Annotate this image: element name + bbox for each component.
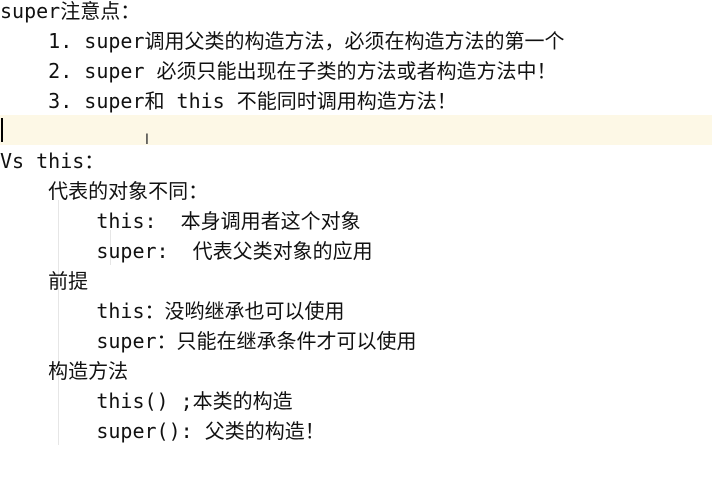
- editor-line-2: 1. super调用父类的构造方法，必须在构造方法的第一个: [0, 29, 565, 53]
- editor-line-12: super：只能在继承条件才可以使用: [0, 329, 417, 353]
- editor-line-6: Vs this：: [0, 149, 105, 173]
- editor-line-7: 代表的对象不同：: [0, 179, 209, 203]
- text-caret: [1, 118, 3, 142]
- text-editor[interactable]: super注意点： 1. super调用父类的构造方法，必须在构造方法的第一个 …: [0, 0, 712, 487]
- current-line-highlight: [0, 115, 712, 145]
- editor-line-3: 2. super 必须只能出现在子类的方法或者构造方法中！: [0, 59, 557, 83]
- editor-line-14: this() ;本类的构造: [0, 389, 293, 413]
- editor-line-15: super(): 父类的构造！: [0, 419, 325, 443]
- editor-line-11: this：没哟继承也可以使用: [0, 299, 345, 323]
- editor-line-1: super注意点：: [0, 0, 141, 23]
- editor-line-13: 构造方法: [0, 359, 129, 383]
- editor-line-8: this: 本身调用者这个对象: [0, 209, 361, 233]
- editor-line-4: 3. super和 this 不能同时调用构造方法！: [0, 89, 457, 113]
- editor-line-9: super: 代表父类对象的应用: [0, 239, 373, 263]
- text-ibeam-cursor-icon: I: [144, 132, 150, 148]
- editor-line-10: 前提: [0, 269, 89, 293]
